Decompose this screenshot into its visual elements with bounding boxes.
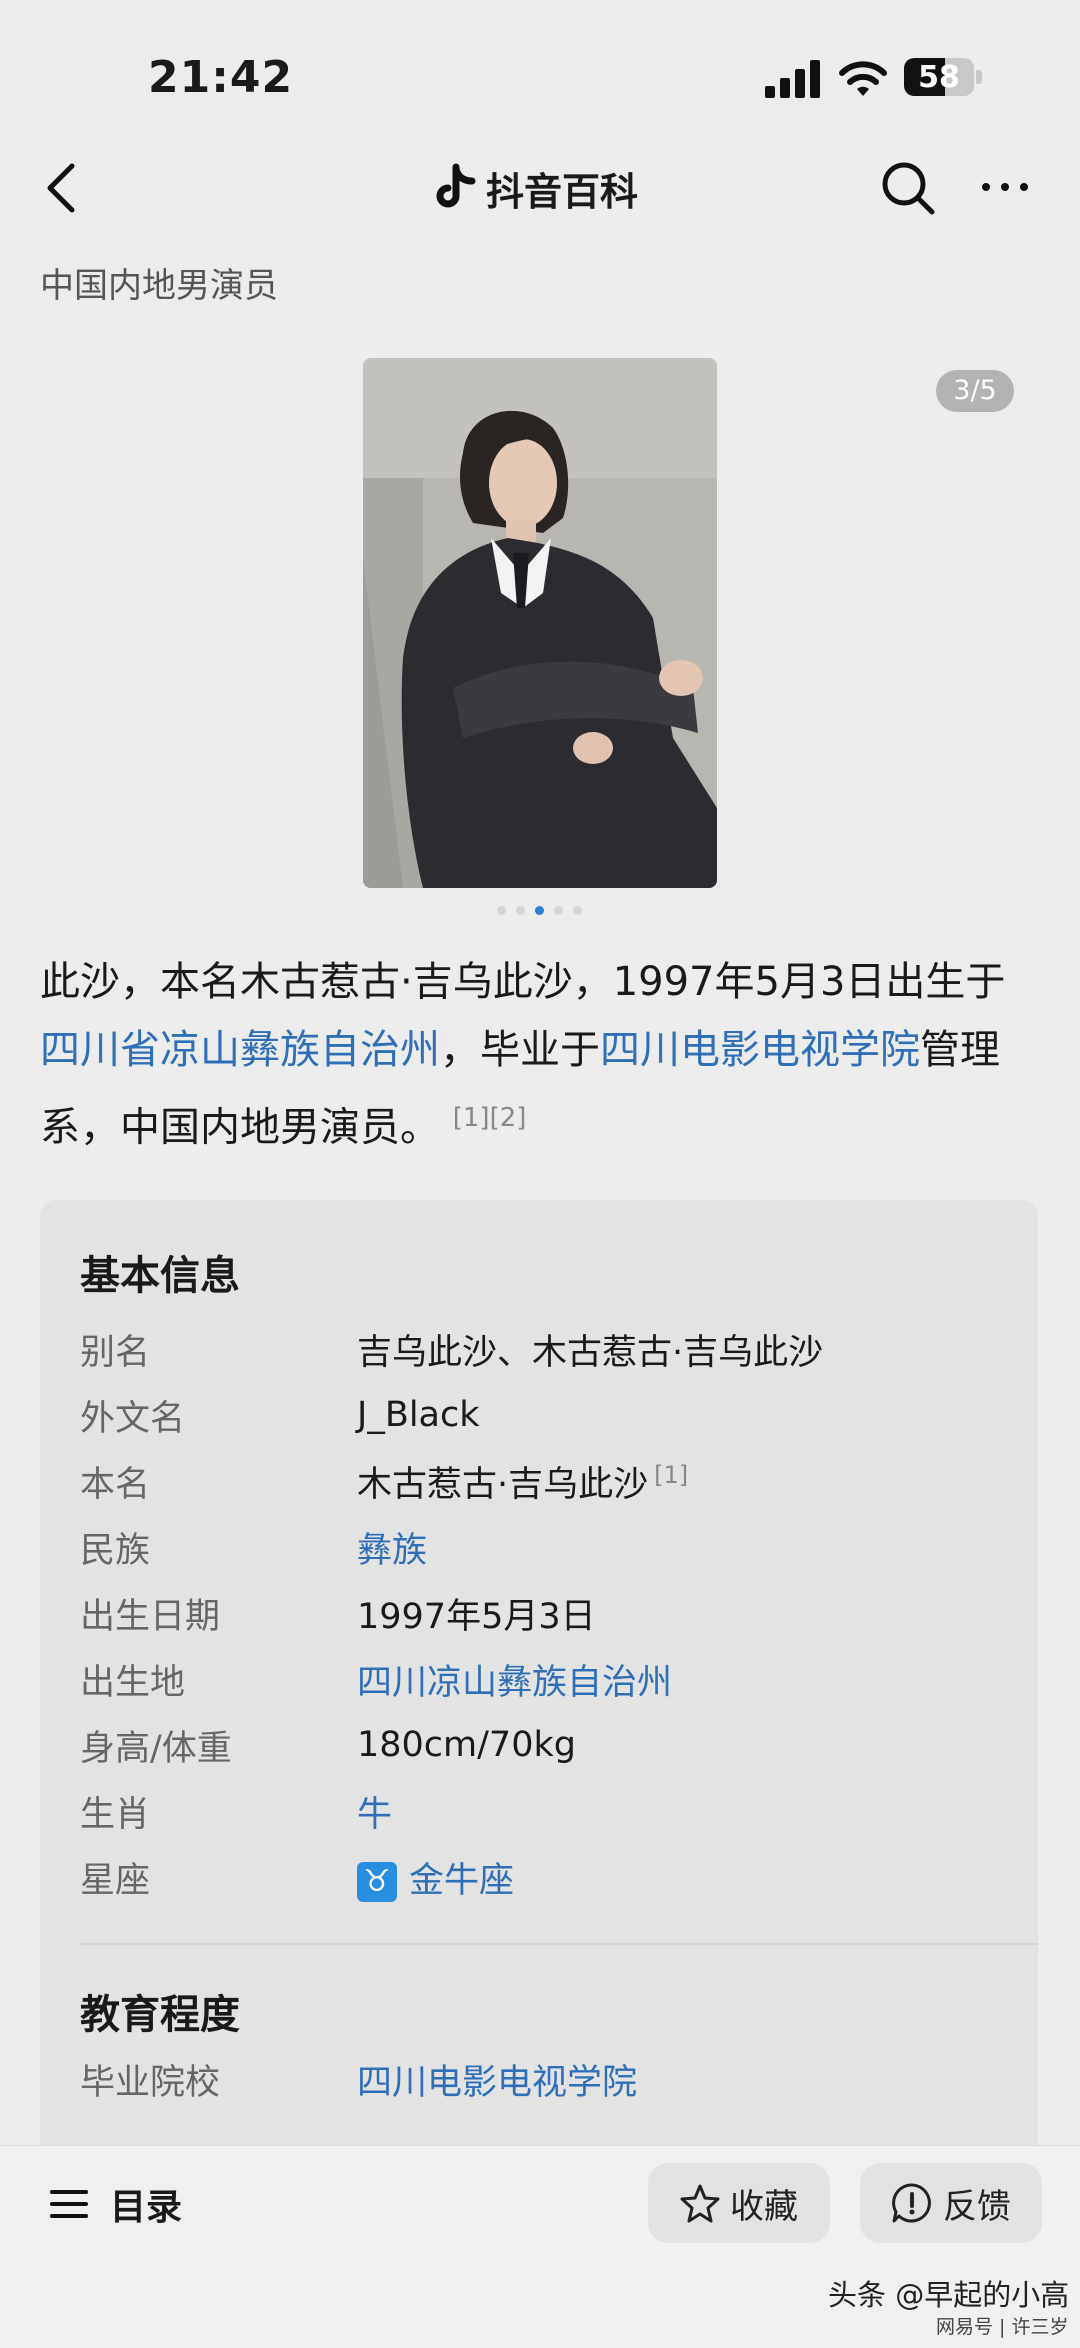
basic-info-title: 基本信息 [80,1253,240,1299]
basic-info-list: 别名 吉乌此沙、木古惹古·吉乌此沙外文名 J_Black 本名 木古惹古·吉乌此沙 [1]… [80,1316,823,1910]
info-row: 出生地 四川凉山彝族自治州 [80,1646,823,1712]
battery-cap [976,70,982,84]
info-key: 民族 [80,1530,151,1571]
gallery-counter: 3/5 [936,370,1014,412]
info-row: 外文名 J_Black [80,1382,823,1448]
reference-2[interactable]: [2] [490,1103,527,1133]
toc-button[interactable]: 目录 [50,2178,182,2230]
battery-percent: 58 [918,60,960,95]
taurus-icon: ♉ [357,1861,397,1902]
info-key: 别名 [80,1332,151,1373]
info-key: 出生地 [80,1662,186,1703]
info-value: 吉乌此沙、木古惹古·吉乌此沙 [357,1324,823,1375]
reference-link[interactable]: [1] [654,1461,688,1489]
more-options-icon[interactable] [980,172,1030,202]
wifi-icon [839,61,887,96]
favorite-label: 收藏 [730,2186,798,2227]
intro-link-school[interactable]: 四川电影电视学院 [600,1027,920,1073]
reference-1[interactable]: [1] [453,1103,490,1133]
pagination-dot [554,906,563,915]
education-title: 教育程度 [80,1992,240,2038]
menu-icon [50,2190,88,2218]
info-value-text: 彝族 [357,1530,428,1571]
info-value-text: 吉乌此沙、木古惹古·吉乌此沙 [357,1332,824,1373]
watermark: 头条 @早起的小高 [828,2278,1070,2312]
info-value: 180cm/70kg [357,1725,576,1765]
info-row: 毕业院校 四川电影电视学院 [80,2046,637,2112]
info-value: J_Black [357,1395,480,1435]
info-key: 本名 [80,1464,151,1505]
info-key: 外文名 [80,1398,186,1439]
brand-name: 抖音百科 [486,169,639,214]
intro-text-2: ，毕业于 [440,1027,600,1073]
back-arrow-icon[interactable] [40,160,90,216]
feedback-button[interactable]: 反馈 [860,2163,1042,2243]
entry-subtitle: 中国内地男演员 [40,266,278,306]
info-value-text: J_Black [357,1395,480,1435]
info-value: 木古惹古·吉乌此沙 [1] [357,1456,688,1507]
info-row: 星座 ♉ 金牛座 [80,1844,823,1910]
watermark-sub: 网易号 | 许三岁 [936,2316,1069,2338]
douyin-logo-icon [436,163,476,208]
info-row: 身高/体重 180cm/70kg [80,1712,823,1778]
search-icon[interactable] [878,158,938,218]
intro-paragraph: 此沙，本名木古惹古·吉乌此沙，1997年5月3日出生于四川省凉山彝族自治州，毕业… [40,948,1040,1161]
intro-text-1: 此沙，本名木古惹古·吉乌此沙，1997年5月3日出生于 [40,959,1006,1005]
pagination-dot [497,906,506,915]
info-value-text: 金牛座 [409,1860,515,1901]
status-time: 21:42 [148,52,294,103]
gallery-pagination [497,906,582,915]
info-value-text: 牛 [357,1794,393,1835]
douyin-baike-logo: 抖音百科 [432,158,638,218]
education-list: 毕业院校 四川电影电视学院 [80,2046,637,2112]
info-value: 1997年5月3日 [357,1588,596,1639]
info-value-text: 1997年5月3日 [357,1596,596,1637]
info-value-text: 四川电影电视学院 [357,2062,638,2103]
info-value-text: 180cm/70kg [357,1725,576,1765]
info-row: 民族 彝族 [80,1514,823,1580]
info-value-text: 木古惹古·吉乌此沙 [357,1464,649,1505]
info-value[interactable]: 四川电影电视学院 [357,2054,637,2105]
info-value-text: 四川凉山彝族自治州 [357,1662,673,1703]
info-value[interactable]: 四川凉山彝族自治州 [357,1654,672,1705]
info-value[interactable]: 彝族 [357,1522,427,1573]
info-value[interactable]: ♉ 金牛座 [357,1852,514,1903]
feedback-icon [892,2183,931,2223]
toc-label: 目录 [110,2187,183,2228]
info-key: 生肖 [80,1794,151,1835]
info-key: 身高/体重 [80,1728,232,1769]
cellular-signal-icon [765,58,821,98]
info-key: 星座 [80,1860,151,1901]
info-key: 毕业院校 [80,2062,221,2103]
pagination-dot [535,906,544,915]
feedback-label: 反馈 [943,2186,1011,2227]
pagination-dot [516,906,525,915]
info-value[interactable]: 牛 [357,1786,392,1837]
info-row: 生肖 牛 [80,1778,823,1844]
info-row: 别名 吉乌此沙、木古惹古·吉乌此沙 [80,1316,823,1382]
portrait-photo[interactable] [363,358,717,888]
star-icon [680,2184,720,2223]
section-divider [80,1943,1038,1945]
battery-icon: 58 [904,58,974,96]
pagination-dot [573,906,582,915]
info-row: 出生日期 1997年5月3日 [80,1580,823,1646]
intro-link-birthplace[interactable]: 四川省凉山彝族自治州 [40,1027,440,1073]
info-key: 出生日期 [80,1596,221,1637]
info-row: 本名 木古惹古·吉乌此沙 [1] [80,1448,823,1514]
favorite-button[interactable]: 收藏 [648,2163,830,2243]
